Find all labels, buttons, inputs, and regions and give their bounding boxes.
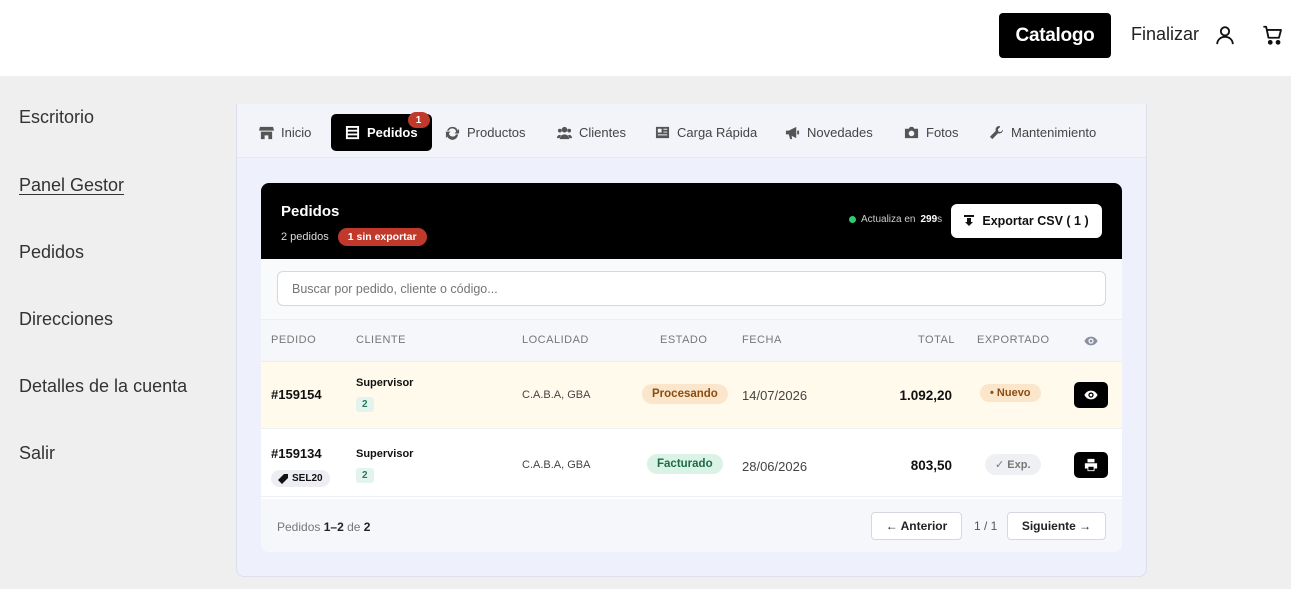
tab-clientes[interactable]: Clientes xyxy=(557,114,626,151)
tab-pedidos[interactable]: Pedidos 1 xyxy=(331,112,432,151)
live-dot-icon xyxy=(849,216,856,223)
finalize-link[interactable]: Finalizar xyxy=(1131,24,1199,45)
client-name: Supervisor xyxy=(356,377,414,389)
col-fecha: Fecha xyxy=(742,334,782,346)
export-csv-button[interactable]: Exportar CSV ( 1 ) xyxy=(951,204,1102,238)
sidebar-item-escritorio[interactable]: Escritorio xyxy=(19,107,94,128)
order-date: 14/07/2026 xyxy=(742,388,808,403)
tab-fotos[interactable]: Fotos xyxy=(904,114,959,151)
view-order-button[interactable] xyxy=(1074,382,1108,408)
pagination-summary: Pedidos 1–2 de 2 xyxy=(277,520,371,534)
client-badge: 2 xyxy=(356,468,374,483)
orders-table-header: Pedido Cliente Localidad Estado Fecha To… xyxy=(261,319,1122,362)
table-row[interactable]: #159154 Supervisor 2 C.A.B.A, GBA Proces… xyxy=(261,362,1122,429)
discount-code-badge: SEL20 xyxy=(271,470,330,487)
tab-productos[interactable]: Productos xyxy=(445,114,526,151)
eye-icon xyxy=(1084,390,1098,400)
page-indicator: 1 / 1 xyxy=(974,519,998,533)
users-icon xyxy=(557,126,572,140)
table-row[interactable]: #159134 SEL20 Supervisor 2 C.A.B.A, GBA … xyxy=(261,430,1122,497)
manager-panel: Inicio Pedidos 1 Productos Clientes Carg… xyxy=(236,104,1147,577)
order-total: 803,50 xyxy=(910,458,952,473)
order-id[interactable]: #159134 xyxy=(271,446,322,461)
pagination-footer: Pedidos 1–2 de 2 ← Anterior 1 / 1 Siguie… xyxy=(261,499,1122,552)
col-exportado: Exportado xyxy=(977,334,1050,346)
sync-icon xyxy=(445,126,460,140)
order-id[interactable]: #159154 xyxy=(271,387,322,402)
wrench-icon xyxy=(989,125,1004,140)
col-cliente: Cliente xyxy=(356,334,406,346)
export-status-badge: • Nuevo xyxy=(980,384,1041,402)
top-header: Catalogo Finalizar xyxy=(0,0,1291,76)
order-location: C.A.B.A, GBA xyxy=(522,389,591,401)
status-badge: Procesando xyxy=(642,384,728,404)
tab-novedades[interactable]: Novedades xyxy=(785,114,873,151)
download-icon xyxy=(964,215,975,226)
col-total: Total xyxy=(918,334,955,346)
tab-badge: 1 xyxy=(407,112,430,128)
camera-icon xyxy=(904,126,919,139)
sidebar-item-panel-gestor[interactable]: Panel Gestor xyxy=(19,175,124,196)
catalog-button[interactable]: Catalogo xyxy=(999,13,1111,58)
megaphone-icon xyxy=(785,126,800,140)
sidebar-item-account-details[interactable]: Detalles de la cuenta xyxy=(19,376,187,397)
col-pedido: Pedido xyxy=(271,334,317,346)
tab-mantenimiento[interactable]: Mantenimiento xyxy=(989,114,1096,151)
eye-icon xyxy=(1084,336,1098,346)
prev-page-button[interactable]: ← Anterior xyxy=(871,512,962,540)
order-total: 1.092,20 xyxy=(899,388,952,403)
tab-inicio[interactable]: Inicio xyxy=(259,114,311,151)
print-icon xyxy=(1084,458,1098,472)
user-icon[interactable] xyxy=(1214,24,1236,46)
panel-tabs: Inicio Pedidos 1 Productos Clientes Carg… xyxy=(237,104,1146,158)
sidebar-item-direcciones[interactable]: Direcciones xyxy=(19,309,113,330)
cart-icon[interactable] xyxy=(1262,24,1284,46)
col-localidad: Localidad xyxy=(522,334,589,346)
status-badge: Facturado xyxy=(647,454,723,474)
order-date: 28/06/2026 xyxy=(742,459,808,474)
orders-card: Pedidos 2 pedidos 1 sin exportar Actuali… xyxy=(261,183,1122,552)
newspaper-icon xyxy=(655,126,670,139)
sidebar-item-salir[interactable]: Salir xyxy=(19,443,55,464)
list-icon xyxy=(345,125,360,140)
print-order-button[interactable] xyxy=(1074,452,1108,478)
order-search-input[interactable] xyxy=(277,271,1106,306)
client-name: Supervisor xyxy=(356,448,414,460)
orders-title: Pedidos xyxy=(281,203,340,220)
export-status-badge: ✓ Exp. xyxy=(985,454,1041,475)
orders-card-header: Pedidos 2 pedidos 1 sin exportar Actuali… xyxy=(261,183,1122,259)
order-location: C.A.B.A, GBA xyxy=(522,459,591,471)
client-badge: 2 xyxy=(356,397,374,412)
tab-carga-rapida[interactable]: Carga Rápida xyxy=(655,114,757,151)
refresh-indicator: Actualiza en 299s xyxy=(849,214,942,225)
orders-count: 2 pedidos xyxy=(281,231,329,243)
sidebar-item-pedidos[interactable]: Pedidos xyxy=(19,242,84,263)
unexported-badge: 1 sin exportar xyxy=(337,228,427,246)
col-estado: Estado xyxy=(660,334,708,346)
store-icon xyxy=(259,126,274,140)
next-page-button[interactable]: Siguiente → xyxy=(1007,512,1106,540)
tag-icon xyxy=(278,473,288,484)
